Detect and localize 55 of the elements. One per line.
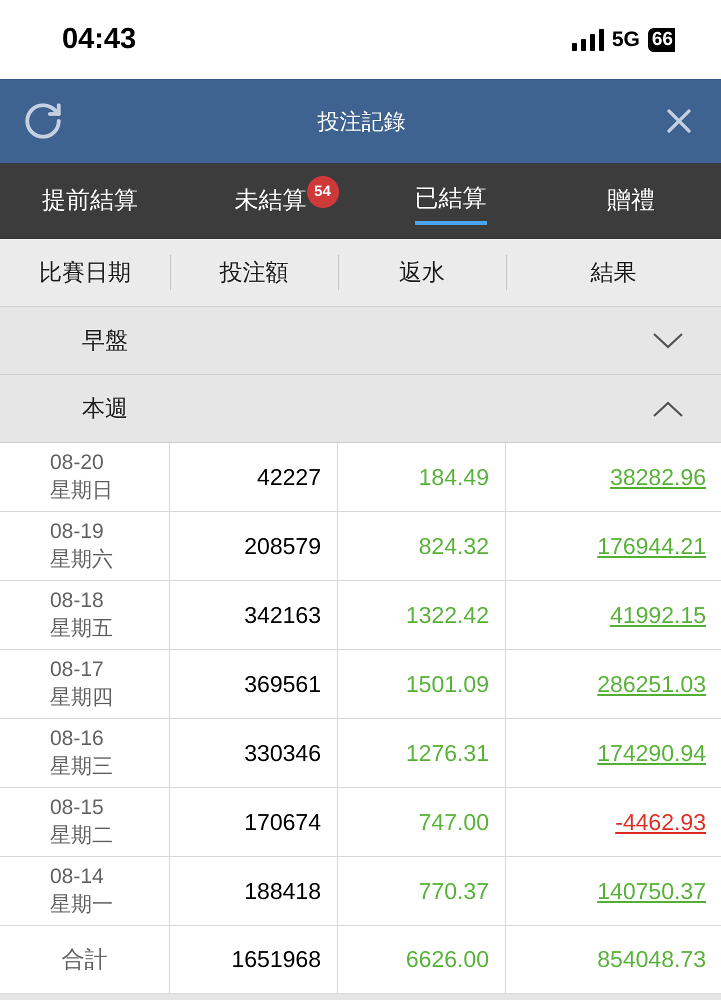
column-header: 比賽日期 xyxy=(39,258,131,288)
weekday-text: 星期四 xyxy=(50,685,114,711)
date-text: 08-19 xyxy=(50,519,105,545)
date-text: 08-18 xyxy=(50,588,105,614)
result-link[interactable]: 38282.96 xyxy=(610,460,706,494)
result-link[interactable]: 140750.37 xyxy=(597,874,706,908)
weekday-text: 星期日 xyxy=(50,478,114,504)
rebate-amount: 824.32 xyxy=(418,532,489,561)
stake-amount: 330346 xyxy=(244,738,321,768)
weekday-text: 星期三 xyxy=(50,754,114,780)
count-badge: 54 xyxy=(306,176,338,208)
column-header: 投注額 xyxy=(220,258,288,288)
tab[interactable]: 提前結算 xyxy=(0,163,180,239)
weekday-text: 星期六 xyxy=(50,547,114,573)
date-text: 08-17 xyxy=(50,657,105,683)
tab[interactable]: 未結算 54 xyxy=(180,163,360,239)
stake-amount: 42227 xyxy=(257,462,321,492)
result-link[interactable]: 41992.15 xyxy=(610,598,706,632)
stake-amount: 208579 xyxy=(244,532,321,561)
tab[interactable]: 贈禮 xyxy=(540,163,721,239)
signal-icon xyxy=(572,28,604,50)
weekday-text: 星期一 xyxy=(50,892,114,918)
battery-indicator: 66 xyxy=(648,28,675,52)
stake-amount: 342163 xyxy=(244,600,321,630)
stake-amount: 188418 xyxy=(244,876,321,906)
rebate-amount: 747.00 xyxy=(418,808,489,837)
chevron-down-icon xyxy=(653,332,683,348)
column-header: 結果 xyxy=(590,258,636,288)
column-header: 返水 xyxy=(399,258,445,288)
rebate-amount: 184.49 xyxy=(418,462,489,492)
rebate-amount: 1276.31 xyxy=(406,738,489,768)
rebate-amount: 1501.09 xyxy=(406,670,489,699)
rebate-amount: 770.37 xyxy=(418,876,489,906)
result-link[interactable]: 174290.94 xyxy=(597,736,706,770)
total-label: 合計 xyxy=(62,945,108,974)
tab[interactable]: 已結算 xyxy=(360,163,541,239)
weekday-text: 星期五 xyxy=(50,616,114,642)
chevron-up-icon xyxy=(653,400,683,416)
result-link[interactable]: 286251.03 xyxy=(597,666,706,702)
total-result: 854048.73 xyxy=(597,945,706,974)
weekday-text: 星期二 xyxy=(50,823,114,849)
date-text: 08-16 xyxy=(50,726,105,752)
stake-amount: 369561 xyxy=(244,670,321,699)
date-text: 08-20 xyxy=(50,450,105,476)
page-title: 投注記錄 xyxy=(318,108,406,136)
stake-amount: 170674 xyxy=(244,808,321,837)
status-time: 04:43 xyxy=(62,22,136,57)
network-label: 5G xyxy=(612,26,640,53)
result-link[interactable]: 176944.21 xyxy=(597,528,706,564)
total-stake: 1651968 xyxy=(231,945,321,974)
date-text: 08-14 xyxy=(50,864,105,890)
result-link[interactable]: -4462.93 xyxy=(615,804,706,840)
rebate-amount: 1322.42 xyxy=(406,600,489,630)
total-rebate: 6626.00 xyxy=(406,945,489,974)
date-text: 08-15 xyxy=(50,795,105,821)
